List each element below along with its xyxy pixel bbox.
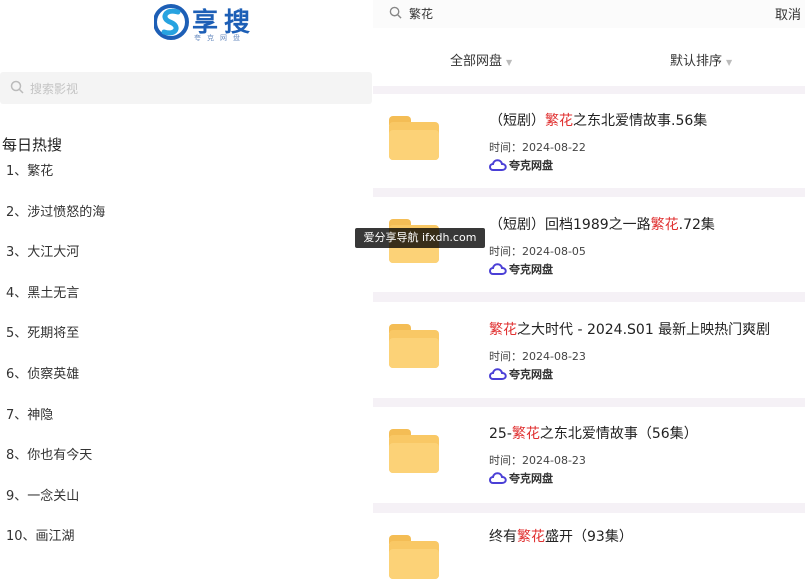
result-item[interactable]: 终有繁花盛开（93集） — [373, 513, 805, 579]
left-pane: 享搜 夸克网盘 搜索影视 每日热搜 1、繁花 2、涉过愤怒的海 3、大江大河 4… — [0, 0, 372, 547]
result-source: 夸克网盘 — [489, 157, 553, 173]
search-icon — [10, 80, 24, 94]
quark-cloud-icon — [489, 263, 507, 275]
quark-cloud-icon — [489, 159, 507, 171]
result-source: 夸克网盘 — [489, 366, 553, 382]
folder-icon — [389, 535, 439, 579]
hot-item[interactable]: 5、死期将至 — [0, 322, 105, 363]
hot-item[interactable]: 8、你也有今天 — [0, 444, 105, 485]
result-time: 时间：2024-08-23 — [489, 454, 586, 467]
hot-search-title: 每日热搜 — [2, 136, 63, 154]
folder-icon — [389, 324, 439, 368]
quark-cloud-icon — [489, 472, 507, 484]
filter-bar: 全部网盘 ▼ 默认排序 ▼ — [373, 28, 805, 86]
result-title[interactable]: 25-繁花之东北爱情故事（56集） — [489, 423, 698, 443]
watermark: 爱分享导航 ifxdh.com — [355, 228, 485, 248]
app-logo[interactable]: 享搜 夸克网盘 — [153, 0, 274, 46]
quark-cloud-icon — [489, 368, 507, 380]
result-time: 时间：2024-08-05 — [489, 245, 586, 258]
hot-item[interactable]: 7、神隐 — [0, 404, 105, 445]
hot-item[interactable]: 4、黑土无言 — [0, 282, 105, 323]
search-query-input[interactable]: 繁花 — [409, 5, 433, 22]
search-input[interactable]: 搜索影视 — [0, 72, 372, 104]
logo-s-icon — [153, 4, 189, 40]
result-source: 夸克网盘 — [489, 470, 553, 486]
search-icon — [389, 6, 402, 19]
chevron-down-icon: ▼ — [726, 58, 733, 67]
chevron-down-icon: ▼ — [506, 58, 513, 67]
sort-label: 默认排序 — [670, 54, 723, 69]
folder-icon — [389, 429, 439, 473]
result-title[interactable]: （短剧）繁花之东北爱情故事.56集 — [489, 110, 707, 130]
result-title[interactable]: 终有繁花盛开（93集） — [489, 526, 633, 546]
result-item[interactable]: 25-繁花之东北爱情故事（56集） 时间：2024-08-23 夸克网盘 — [373, 407, 805, 503]
result-time: 时间：2024-08-22 — [489, 141, 586, 154]
result-title[interactable]: （短剧）回档1989之一路繁花.72集 — [489, 214, 715, 234]
results-search-bar: 繁花 取消 — [373, 0, 805, 28]
hot-item[interactable]: 2、涉过愤怒的海 — [0, 201, 105, 242]
search-placeholder: 搜索影视 — [30, 82, 79, 96]
cancel-button[interactable]: 取消 — [775, 4, 801, 23]
hot-item[interactable]: 10、画江湖 — [0, 525, 105, 566]
result-source: 夸克网盘 — [489, 261, 553, 277]
disk-filter-label: 全部网盘 — [450, 54, 503, 69]
hot-item[interactable]: 9、一念关山 — [0, 485, 105, 526]
result-title[interactable]: 繁花之大时代 - 2024.S01 最新上映热门爽剧 — [489, 319, 770, 339]
disk-filter-dropdown[interactable]: 全部网盘 ▼ — [450, 50, 512, 69]
result-item[interactable]: 繁花之大时代 - 2024.S01 最新上映热门爽剧 时间：2024-08-23… — [373, 302, 805, 398]
result-time: 时间：2024-08-23 — [489, 350, 586, 363]
hot-item[interactable]: 1、繁花 — [0, 160, 105, 201]
sort-dropdown[interactable]: 默认排序 ▼ — [670, 50, 732, 69]
hot-item[interactable]: 6、侦察英雄 — [0, 363, 105, 404]
hot-search-list: 1、繁花 2、涉过愤怒的海 3、大江大河 4、黑土无言 5、死期将至 6、侦察英… — [0, 160, 105, 566]
result-item[interactable]: （短剧）繁花之东北爱情故事.56集 时间：2024-08-22 夸克网盘 — [373, 94, 805, 188]
folder-icon — [389, 116, 439, 160]
right-pane: 繁花 取消 全部网盘 ▼ 默认排序 ▼ （短剧）繁花之东北爱情故事.56集 时间：2… — [373, 0, 805, 579]
logo-tagline: 夸克网盘 — [194, 34, 246, 42]
hot-item[interactable]: 3、大江大河 — [0, 241, 105, 282]
